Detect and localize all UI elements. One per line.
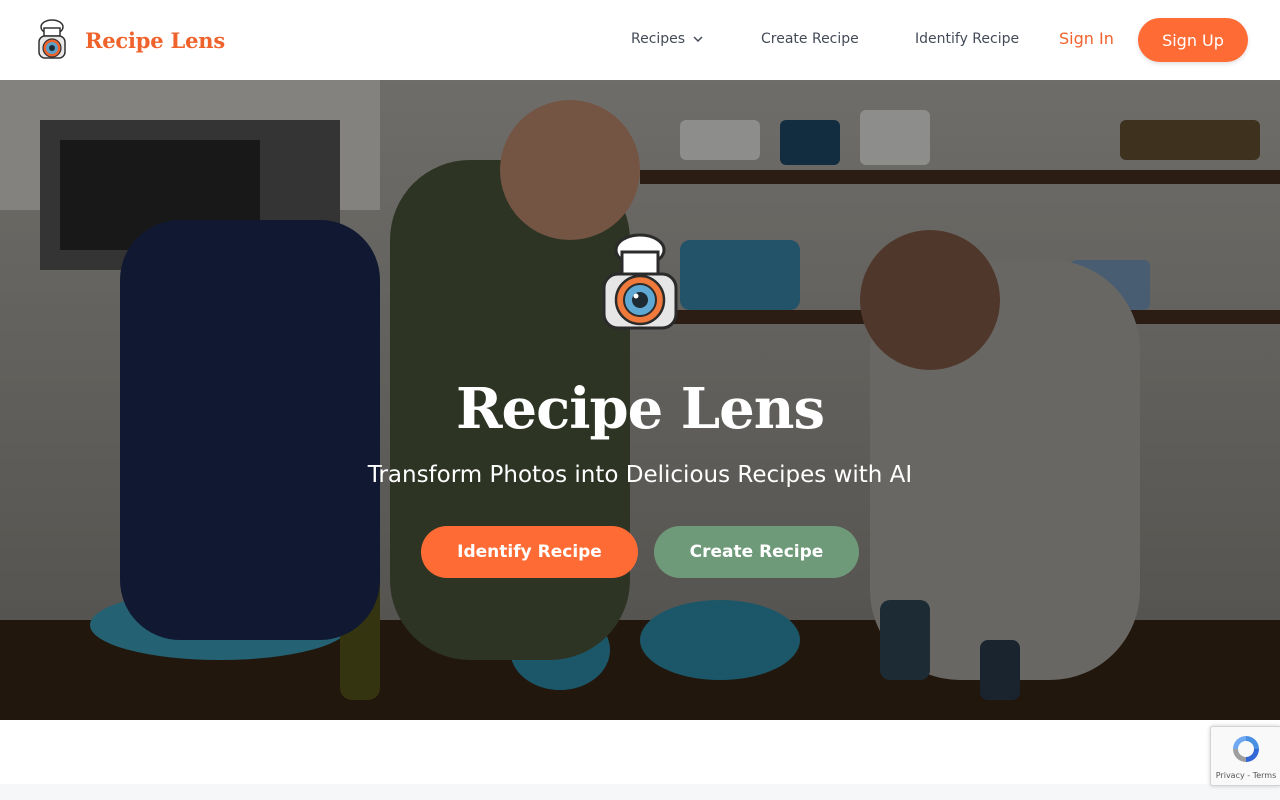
sign-up-button[interactable]: Sign Up: [1138, 18, 1248, 62]
create-recipe-button[interactable]: Create Recipe: [654, 526, 859, 578]
hero-subtitle: Transform Photos into Delicious Recipes …: [367, 462, 913, 488]
hero-section: Recipe Lens Transform Photos into Delici…: [0, 80, 1280, 720]
recaptcha-badge[interactable]: Privacy - Terms: [1210, 726, 1280, 786]
identify-recipe-button[interactable]: Identify Recipe: [421, 526, 638, 578]
nav-recipes-label: Recipes: [631, 31, 686, 47]
hero-title: Recipe Lens: [455, 376, 825, 442]
brand[interactable]: Recipe Lens: [34, 18, 225, 62]
nav-recipes-dropdown[interactable]: Recipes: [631, 31, 704, 47]
nav-create-recipe[interactable]: Create Recipe: [761, 31, 859, 47]
chef-camera-logo-icon: [602, 233, 678, 330]
section-band: [0, 784, 1280, 800]
recaptcha-links[interactable]: Privacy - Terms: [1211, 771, 1280, 780]
top-header: Recipe Lens Recipes Create Recipe Identi…: [0, 0, 1280, 80]
chevron-down-icon: [693, 36, 703, 43]
brand-name: Recipe Lens: [85, 27, 225, 53]
nav-identify-recipe[interactable]: Identify Recipe: [915, 31, 1019, 47]
chef-camera-logo-icon: [38, 19, 66, 59]
sign-in-link[interactable]: Sign In: [1059, 29, 1114, 48]
recaptcha-icon: [1233, 736, 1259, 762]
